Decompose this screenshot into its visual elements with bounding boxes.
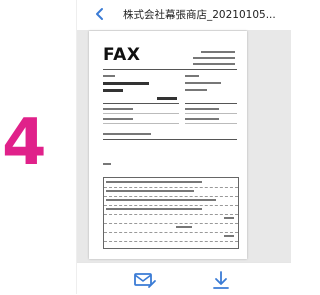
fax-grid-line xyxy=(104,214,238,215)
send-mail-button[interactable] xyxy=(133,271,157,289)
fax-rule xyxy=(103,69,237,70)
fax-grid-line xyxy=(104,241,238,242)
fax-rule xyxy=(185,103,237,104)
step-number: 4 xyxy=(2,106,47,180)
chevron-left-icon xyxy=(96,8,103,20)
fax-grid-line xyxy=(104,232,238,233)
phone-screen: 株式会社幕張商店_20210105... FAX xyxy=(76,0,291,295)
fax-text-line xyxy=(193,57,235,59)
fax-rule xyxy=(103,103,179,104)
fax-text-line xyxy=(103,163,111,165)
fax-text-line xyxy=(106,199,216,201)
fax-text-line xyxy=(224,235,234,237)
fax-rule xyxy=(103,123,179,124)
fax-text-line xyxy=(193,63,235,65)
fax-text-line xyxy=(106,208,202,210)
fax-text-line xyxy=(185,82,221,84)
fax-rule xyxy=(185,113,237,114)
bottom-toolbar xyxy=(77,262,291,295)
fax-rule xyxy=(185,123,237,124)
download-icon xyxy=(213,271,229,289)
fax-text-line xyxy=(157,97,177,100)
fax-text-line xyxy=(103,75,115,77)
fax-text-line xyxy=(185,108,219,110)
fax-text-line xyxy=(185,75,199,77)
top-bar: 株式会社幕張商店_20210105... xyxy=(77,0,291,30)
document-preview-area[interactable]: FAX xyxy=(77,30,291,262)
fax-text-line xyxy=(103,82,149,85)
fax-text-line xyxy=(185,89,207,91)
fax-message-box xyxy=(103,177,239,249)
download-button[interactable] xyxy=(211,269,231,291)
fax-grid-line xyxy=(104,223,238,224)
fax-text-line xyxy=(106,181,202,183)
fax-rule xyxy=(103,113,179,114)
fax-text-line xyxy=(201,51,235,53)
fax-text-line xyxy=(103,118,133,120)
fax-text-line xyxy=(185,118,219,120)
fax-rule xyxy=(103,139,237,140)
fax-text-line xyxy=(103,108,133,110)
document-title: 株式会社幕張商店_20210105... xyxy=(123,9,276,21)
fax-text-line xyxy=(106,190,194,192)
fax-document-page: FAX xyxy=(89,31,247,259)
fax-text-line xyxy=(103,133,151,135)
fax-text-line xyxy=(103,89,123,92)
fax-grid-line xyxy=(104,205,238,206)
back-button[interactable] xyxy=(91,4,109,24)
fax-text-line xyxy=(224,217,234,219)
fax-grid-line xyxy=(104,196,238,197)
fax-text-line xyxy=(176,226,192,228)
mail-edit-icon xyxy=(134,273,156,288)
fax-heading: FAX xyxy=(103,45,141,65)
fax-grid-line xyxy=(104,187,238,188)
